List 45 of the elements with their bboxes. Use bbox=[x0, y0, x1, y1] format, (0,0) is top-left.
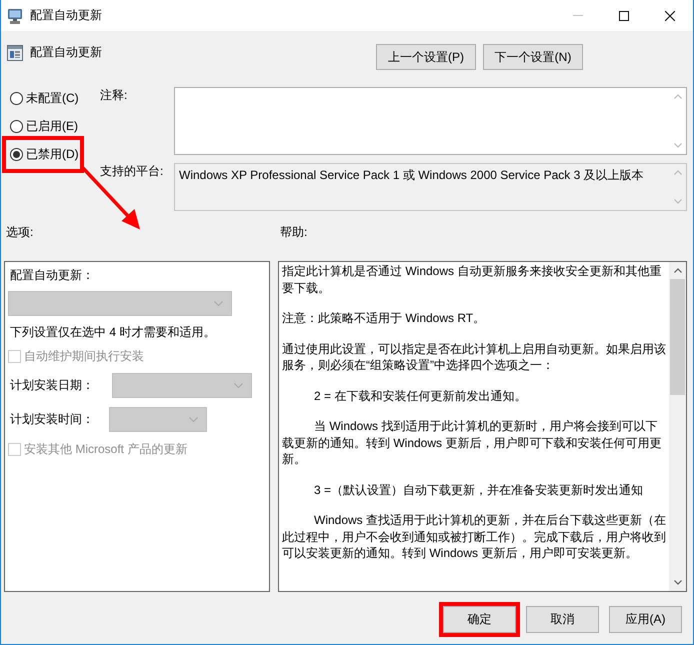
radio-option[interactable]: 已启用(E) bbox=[10, 118, 78, 134]
platform-text: Windows XP Professional Service Pack 1 或 Windows 2000 Service Pack 3 及以上版本 bbox=[178, 167, 645, 184]
window-title: 配置自动更新 bbox=[30, 7, 102, 24]
options-heading: 选项: bbox=[6, 225, 34, 239]
chevron-up-icon bbox=[674, 94, 682, 99]
chevron-down-icon bbox=[674, 199, 682, 204]
chevron-down-icon bbox=[674, 580, 682, 585]
chevron-down-icon bbox=[214, 301, 223, 306]
scrollbar[interactable] bbox=[669, 262, 686, 591]
help-paragraph: 2 = 在下载和安装任何更新前发出通知。 bbox=[313, 388, 528, 404]
cancel-button[interactable]: 取消 bbox=[526, 606, 599, 633]
chevron-down-icon bbox=[234, 383, 243, 388]
comment-label: 注释: bbox=[100, 88, 128, 102]
help-paragraph: 注意：此策略不适用于 Windows RT。 bbox=[282, 310, 486, 326]
monitor-icon bbox=[7, 8, 23, 24]
maximize-icon bbox=[619, 10, 629, 20]
apply-button[interactable]: 应用(A) bbox=[609, 606, 682, 633]
help-paragraph: Windows 查找适用于此计算机的更新，并在后台下载这些更新（在此过程中，用户不会收到通知或被打断工作）。完成下载后，用户将收到可以安装更新的通知。转到 Windows 更新后，用户即可安装更新。 bbox=[282, 512, 667, 562]
previous-setting-button[interactable]: 上一个设置(P) bbox=[376, 44, 476, 70]
dropdown-label: 计划安装时间： bbox=[9, 411, 95, 428]
help-paragraph: 当 Windows 找到适用于此计算机的更新时，用户将会接到可以下载更新的通知。转到 Windows 更新后，用户即可下载和安装任何可用更新。 bbox=[282, 418, 662, 468]
comment-field[interactable] bbox=[174, 87, 687, 155]
help-paragraph: 通过使用此设置，可以指定是否在此计算机上启用自动更新。如果启用该服务，则必须在“组策略设置”中选择四个选项之一： bbox=[282, 340, 667, 374]
help-paragraph: 3 =（默认设置）自动下载更新，并在准备安装更新时发出通知 bbox=[313, 482, 644, 498]
next-setting-button[interactable]: 下一个设置(N) bbox=[483, 44, 583, 70]
radio-icon[interactable] bbox=[10, 120, 23, 132]
radio-option[interactable]: 已禁用(D) bbox=[10, 146, 79, 162]
ok-button[interactable]: 确定 bbox=[443, 606, 516, 633]
radio-option[interactable]: 未配置(C) bbox=[10, 90, 79, 106]
scrollbar-thumb[interactable] bbox=[670, 279, 685, 395]
option-note: 下列设置仅在选中 4 时才需要和适用。 bbox=[9, 325, 216, 339]
radio-icon[interactable] bbox=[10, 148, 23, 160]
help-paragraph: 指定此计算机是否通过 Windows 自动更新服务来接收安全更新和其他重要下载。 bbox=[282, 263, 662, 296]
close-icon bbox=[665, 10, 675, 20]
window-icon bbox=[7, 44, 23, 60]
platform-label: 支持的平台: bbox=[100, 164, 164, 178]
option-label: 配置自动更新： bbox=[9, 268, 94, 282]
radio-icon[interactable] bbox=[10, 92, 23, 104]
setting-title: 配置自动更新 bbox=[30, 44, 102, 61]
chevron-up-icon bbox=[674, 170, 682, 175]
help-heading: 帮助: bbox=[280, 225, 308, 239]
chevron-down-icon bbox=[674, 143, 682, 148]
chevron-down-icon bbox=[189, 417, 198, 422]
chevron-up-icon bbox=[674, 268, 682, 273]
dropdown-label: 计划安装日期： bbox=[9, 377, 95, 394]
